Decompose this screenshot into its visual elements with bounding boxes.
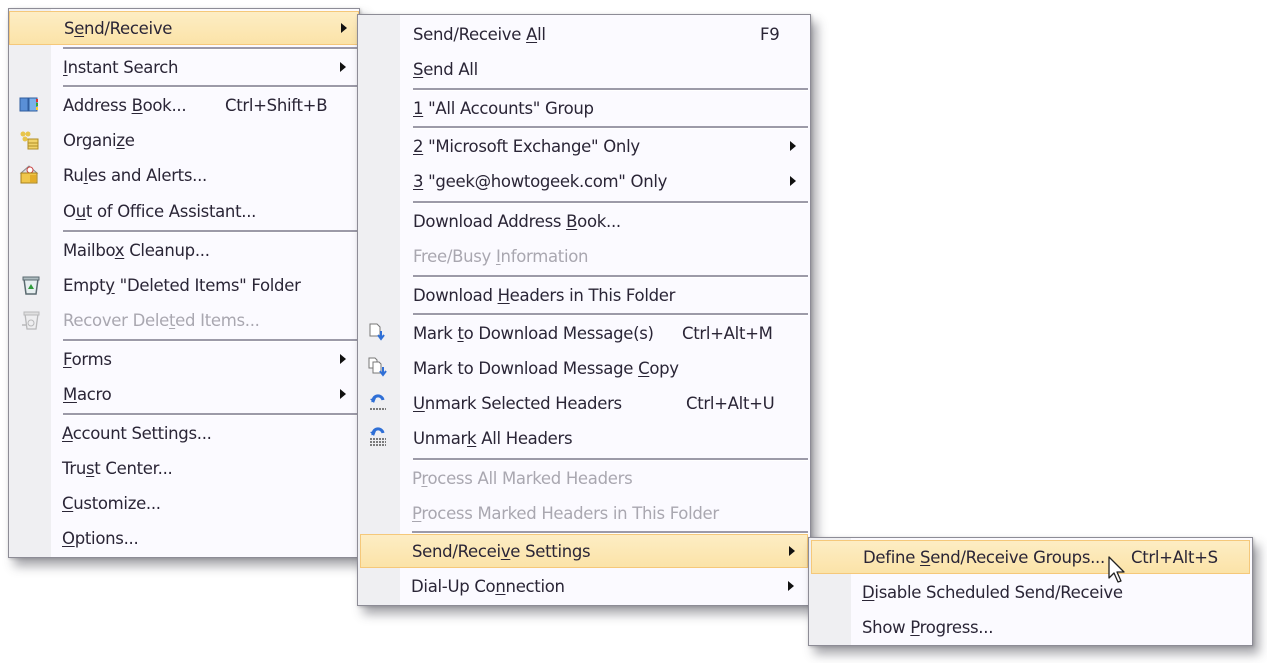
menu-item-address-book[interactable]: Address Book... Ctrl+Shift+B: [9, 88, 359, 122]
menu-item-trust-center[interactable]: Trust Center...: [9, 451, 359, 485]
submenu-arrow-icon: [790, 141, 796, 151]
menu-item-label: Unmark All Headers: [413, 428, 573, 448]
menu-item-label: Mark to Download Message Copy: [413, 358, 679, 378]
submenu-arrow-icon: [340, 389, 346, 399]
menu-item-options[interactable]: Options...: [9, 521, 359, 555]
menu-item-label: Disable Scheduled Send/Receive: [862, 582, 1123, 602]
mark-download-icon: [369, 323, 385, 341]
tools-menu: Send/Receive Instant Search Address Book…: [8, 8, 360, 558]
menu-item-free-busy-information[interactable]: Free/Busy Information: [358, 239, 810, 273]
menu-item-forms[interactable]: Forms: [9, 342, 359, 376]
menu-item-instant-search[interactable]: Instant Search: [9, 50, 359, 84]
submenu-arrow-icon: [341, 23, 347, 33]
menu-item-shortcut: Ctrl+Alt+M: [682, 323, 773, 343]
menu-item-download-headers[interactable]: Download Headers in This Folder: [358, 278, 810, 312]
menu-item-show-progress[interactable]: Show Progress...: [809, 610, 1252, 644]
menu-item-label: Account Settings...: [62, 423, 212, 443]
submenu-arrow-icon: [340, 354, 346, 364]
menu-item-label: Organize: [63, 130, 135, 150]
unmark-all-icon: [370, 427, 386, 446]
menu-item-label: Macro: [63, 384, 112, 404]
menu-item-account-settings[interactable]: Account Settings...: [9, 416, 359, 450]
menu-item-label: Mailbox Cleanup...: [63, 240, 210, 260]
menu-item-download-address-book[interactable]: Download Address Book...: [358, 204, 810, 238]
menu-item-label: Define Send/Receive Groups...: [863, 547, 1105, 567]
menu-item-label: 2 "Microsoft Exchange" Only: [413, 136, 640, 156]
mark-download-copy-icon: [368, 357, 387, 377]
menu-item-geek-account-only[interactable]: 3 "geek@howtogeek.com" Only: [358, 164, 810, 198]
empty-trash-icon: [22, 276, 40, 295]
menu-item-label: Forms: [63, 349, 112, 369]
unmark-selected-icon: [370, 394, 386, 410]
menu-item-label: Instant Search: [63, 57, 179, 77]
menu-item-all-accounts-group[interactable]: 1 "All Accounts" Group: [358, 91, 810, 125]
menu-item-label: Send/Receive Settings: [412, 541, 591, 561]
menu-item-label: Rules and Alerts...: [63, 165, 207, 185]
menu-item-customize[interactable]: Customize...: [9, 486, 359, 520]
menu-item-label: Customize...: [62, 493, 161, 513]
menu-item-label: Unmark Selected Headers: [413, 393, 622, 413]
menu-item-label: Empty "Deleted Items" Folder: [63, 275, 301, 295]
menu-item-process-marked-folder[interactable]: Process Marked Headers in This Folder: [358, 496, 810, 530]
menu-item-recover-deleted[interactable]: Recover Deleted Items...: [9, 303, 359, 337]
menu-item-shortcut: F9: [760, 24, 780, 44]
menu-item-send-receive-settings[interactable]: Send/Receive Settings: [360, 534, 808, 568]
menu-item-unmark-selected[interactable]: Unmark Selected Headers Ctrl+Alt+U: [358, 386, 810, 420]
menu-item-label: Download Address Book...: [413, 211, 621, 231]
menu-item-label: Process Marked Headers in This Folder: [412, 503, 719, 523]
rules-alerts-icon: [19, 165, 39, 184]
mouse-pointer-icon: [1108, 556, 1125, 583]
send-receive-submenu: Send/Receive All F9 Send All 1 "All Acco…: [357, 14, 811, 606]
menu-item-send-receive-all[interactable]: Send/Receive All F9: [358, 17, 810, 51]
menu-item-label: Recover Deleted Items...: [63, 310, 260, 330]
menu-item-unmark-all[interactable]: Unmark All Headers: [358, 421, 810, 455]
organize-icon: [20, 131, 39, 150]
menu-item-disable-scheduled[interactable]: Disable Scheduled Send/Receive: [809, 575, 1252, 609]
menu-item-mark-download-copy[interactable]: Mark to Download Message Copy: [358, 351, 810, 385]
menu-item-label: Send All: [413, 59, 478, 79]
menu-item-dial-up-connection[interactable]: Dial-Up Connection: [358, 569, 810, 603]
submenu-arrow-icon: [790, 176, 796, 186]
menu-item-organize[interactable]: Organize: [9, 123, 359, 157]
menu-item-rules-alerts[interactable]: Rules and Alerts...: [9, 158, 359, 192]
submenu-arrow-icon: [789, 546, 795, 556]
menu-item-mark-to-download[interactable]: Mark to Download Message(s) Ctrl+Alt+M: [358, 316, 810, 350]
menu-item-label: Options...: [62, 528, 139, 548]
recover-items-icon: [22, 311, 40, 330]
menu-item-label: 1 "All Accounts" Group: [413, 98, 594, 118]
menu-item-send-all[interactable]: Send All: [358, 52, 810, 86]
menu-item-microsoft-exchange-only[interactable]: 2 "Microsoft Exchange" Only: [358, 129, 810, 163]
menu-item-out-of-office[interactable]: Out of Office Assistant...: [9, 194, 359, 228]
menu-item-macro[interactable]: Macro: [9, 377, 359, 411]
address-book-icon: [19, 97, 38, 112]
menu-item-shortcut: Ctrl+Alt+S: [1131, 547, 1218, 567]
menu-item-empty-deleted[interactable]: Empty "Deleted Items" Folder: [9, 268, 359, 302]
menu-item-label: Trust Center...: [62, 458, 173, 478]
menu-item-label: Address Book...: [63, 95, 187, 115]
send-receive-settings-submenu: Define Send/Receive Groups... Ctrl+Alt+S…: [808, 537, 1253, 646]
menu-item-label: Send/Receive: [64, 18, 173, 38]
menu-item-label: Mark to Download Message(s): [413, 323, 654, 343]
menu-item-label: Out of Office Assistant...: [63, 201, 257, 221]
menu-item-define-groups[interactable]: Define Send/Receive Groups... Ctrl+Alt+S: [811, 540, 1250, 574]
menu-item-process-all-marked[interactable]: Process All Marked Headers: [358, 461, 810, 495]
menu-item-label: Send/Receive All: [413, 24, 546, 44]
menu-item-label: Process All Marked Headers: [412, 468, 633, 488]
submenu-arrow-icon: [340, 62, 346, 72]
menu-item-send-receive[interactable]: Send/Receive: [9, 11, 359, 45]
menu-item-shortcut: Ctrl+Shift+B: [225, 95, 328, 115]
menu-item-mailbox-cleanup[interactable]: Mailbox Cleanup...: [9, 233, 359, 267]
submenu-arrow-icon: [788, 581, 794, 591]
menu-item-label: 3 "geek@howtogeek.com" Only: [413, 171, 668, 191]
menu-item-label: Free/Busy Information: [413, 246, 589, 266]
menu-item-label: Show Progress...: [862, 617, 994, 637]
menu-item-shortcut: Ctrl+Alt+U: [686, 393, 775, 413]
menu-item-label: Download Headers in This Folder: [413, 285, 676, 305]
menu-item-label: Dial-Up Connection: [411, 576, 565, 596]
